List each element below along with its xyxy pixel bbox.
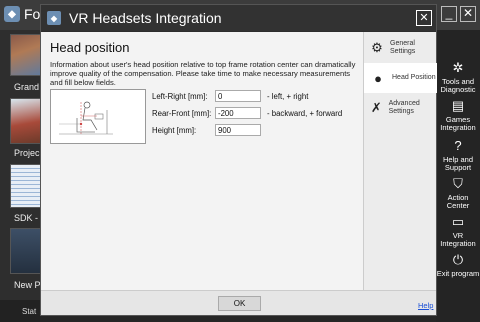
tools-icon: ✲ [452,60,464,75]
rear-front-input[interactable] [215,107,261,119]
section-description: Information about user's head position r… [50,60,356,87]
head-position-diagram-icon [59,101,113,135]
dialog-title-bar[interactable]: ◆ VR Headsets Integration ✕ [41,5,436,31]
height-input[interactable] [215,124,261,136]
app-logo-icon: ◆ [4,6,20,22]
nav-label: Tools and Diagnostic [440,77,476,94]
height-label: Height [mm]: [152,126,197,135]
left-right-label: Left-Right [mm]: [152,92,208,101]
main-nav-panel: ✲ Tools and Diagnostic ▤ Games Integrati… [436,30,480,322]
dialog-title: VR Headsets Integration [69,10,222,26]
nav-label: Games Integration [440,115,476,132]
settings-side-nav: ⚙ General Settings ● Head Position ✗ Adv… [363,32,437,290]
ok-button[interactable]: OK [218,296,261,311]
side-nav-label: Advanced Settings [388,100,420,115]
project-thumbnail-label: SDK - [14,213,39,223]
gears-icon: ⚙ [371,40,383,55]
vr-headsets-dialog: ◆ VR Headsets Integration ✕ Head positio… [40,4,437,316]
close-app-button[interactable]: ✕ [460,6,476,22]
help-icon: ? [454,138,462,153]
nav-label: VR Integration [440,231,476,248]
project-thumbnail-label: Grand [14,82,40,92]
dialog-footer: OK Help [41,290,436,315]
dialog-logo-icon: ◆ [47,11,61,25]
nav-tools-and-diagnostic[interactable]: ✲ Tools and Diagnostic [436,60,480,94]
background-window-controls: _ ✕ [441,6,476,22]
nav-action-center[interactable]: ⛉ Action Center [436,176,480,210]
nav-label: Action Center [446,193,470,210]
nav-games-integration[interactable]: ▤ Games Integration [436,98,480,132]
section-heading: Head position [50,40,130,55]
wrench-icon: ✗ [370,100,382,115]
head-position-diagram [50,89,146,144]
rear-front-label: Rear-Front [mm]: [152,109,212,118]
background-app-title: ◆ Fo [4,6,40,22]
power-icon: ⏻ [452,252,464,267]
vr-headset-icon: ▭ [451,214,465,229]
nav-exit-program[interactable]: ⏻ Exit program [436,252,480,278]
side-nav-label: General Settings [390,40,416,55]
side-nav-general-settings[interactable]: ⚙ General Settings [364,33,437,63]
help-link[interactable]: Help [418,301,433,310]
dialog-close-button[interactable]: ✕ [416,10,432,26]
helmet-icon: ● [374,70,382,86]
app-root: ◆ Fo _ ✕ Grand Projec SDK - New Pr Stat … [0,0,480,322]
left-right-hint: - left, + right [267,92,309,101]
nav-label: Exit program [436,269,480,278]
nav-vr-integration[interactable]: ▭ VR Integration [436,214,480,248]
dialog-content: Head position Information about user's h… [41,32,363,290]
rear-front-hint: - backward, + forward [267,109,343,118]
side-nav-head-position[interactable]: ● Head Position [364,63,437,93]
nav-help-and-support[interactable]: ? Help and Support [436,138,480,172]
status-label: Stat [22,307,37,316]
side-nav-advanced-settings[interactable]: ✗ Advanced Settings [364,93,437,123]
action-center-icon: ⛉ [453,176,463,191]
background-title-text: Fo [24,6,41,22]
nav-label: Help and Support [442,155,474,172]
left-right-input[interactable] [215,90,261,102]
project-thumbnail-label: Projec [14,148,40,158]
side-nav-label: Head Position [392,74,436,81]
games-icon: ▤ [451,98,465,113]
minimize-button[interactable]: _ [441,6,457,22]
